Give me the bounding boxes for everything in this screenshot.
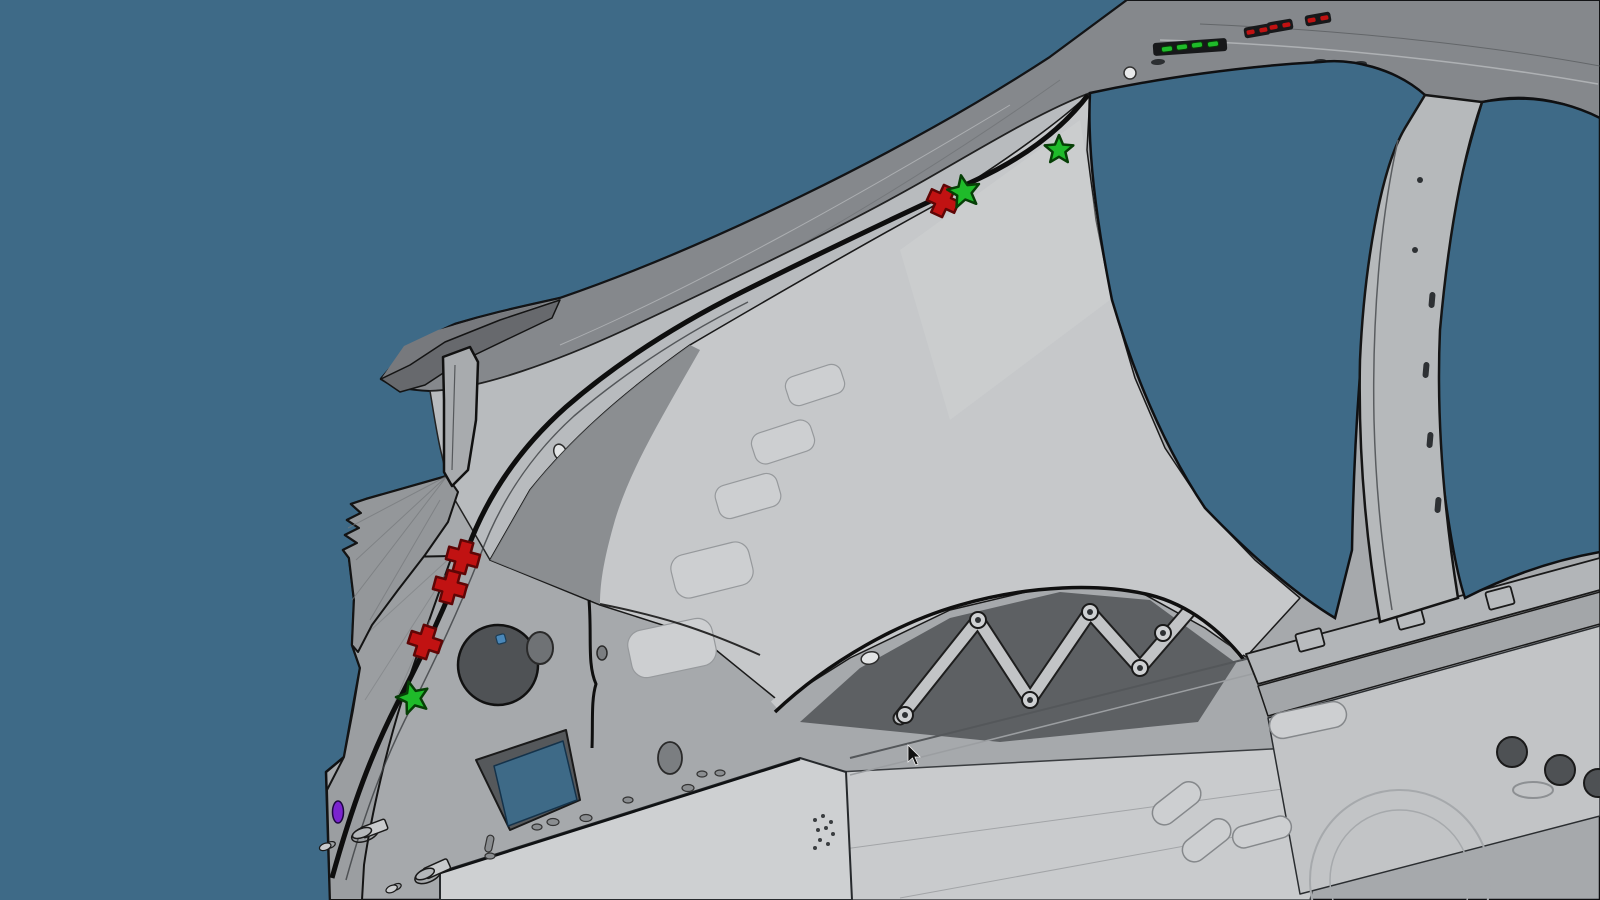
roof-locator-hole [1124,67,1136,79]
weld-point-pass-edge-marker[interactable] [1176,44,1188,51]
small-hole [597,646,607,660]
weld-point-pass-edge-marker[interactable] [1207,41,1219,48]
purple-clip[interactable] [333,801,344,823]
cad-3d-viewport[interactable] [0,0,1600,900]
weld-point-pass-edge-marker[interactable] [1191,42,1203,49]
weld-point-pass-edge-marker[interactable] [1161,46,1173,53]
seatpan-oval-hole [658,742,682,774]
blue-clip[interactable] [495,633,506,644]
oval-hole [527,632,553,664]
